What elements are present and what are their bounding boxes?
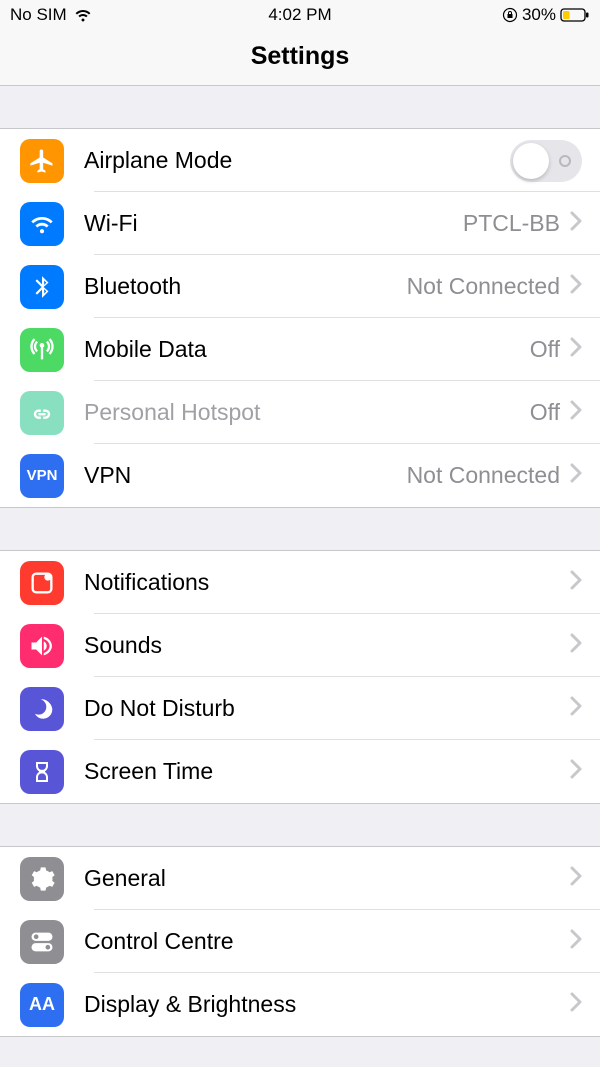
sounds-label: Sounds	[84, 632, 570, 659]
chevron-right-icon	[570, 696, 582, 721]
row-wifi[interactable]: Wi-Fi PTCL-BB	[0, 192, 600, 255]
battery-percent: 30%	[522, 5, 556, 25]
wifi-status-icon	[73, 8, 93, 22]
vpn-icon: VPN	[20, 454, 64, 498]
settings-group-alerts: Notifications Sounds Do Not Disturb Scre…	[0, 550, 600, 804]
sounds-icon	[20, 624, 64, 668]
chevron-right-icon	[570, 274, 582, 299]
row-do-not-disturb[interactable]: Do Not Disturb	[0, 677, 600, 740]
row-general[interactable]: General	[0, 847, 600, 910]
chevron-right-icon	[570, 463, 582, 488]
screentime-label: Screen Time	[84, 758, 570, 785]
status-right: 30%	[397, 5, 590, 25]
airplane-toggle[interactable]	[510, 140, 582, 182]
row-mobile-data[interactable]: Mobile Data Off	[0, 318, 600, 381]
bluetooth-value: Not Connected	[407, 273, 560, 300]
vpn-value: Not Connected	[407, 462, 560, 489]
settings-group-connectivity: Airplane Mode Wi-Fi PTCL-BB Bluetooth No…	[0, 128, 600, 508]
notifications-icon	[20, 561, 64, 605]
section-gap	[0, 86, 600, 128]
display-icon: AA	[20, 983, 64, 1027]
chevron-right-icon	[570, 211, 582, 236]
status-left: No SIM	[10, 5, 203, 25]
airplane-label: Airplane Mode	[84, 147, 510, 174]
controlcentre-label: Control Centre	[84, 928, 570, 955]
notifications-label: Notifications	[84, 569, 570, 596]
chevron-right-icon	[570, 570, 582, 595]
general-label: General	[84, 865, 570, 892]
bluetooth-icon	[20, 265, 64, 309]
airplane-icon	[20, 139, 64, 183]
orientation-lock-icon	[502, 7, 518, 23]
battery-icon	[560, 8, 590, 22]
carrier-label: No SIM	[10, 5, 67, 25]
page-title: Settings	[0, 42, 600, 71]
row-sounds[interactable]: Sounds	[0, 614, 600, 677]
vpn-icon-text: VPN	[27, 467, 58, 484]
row-personal-hotspot[interactable]: Personal Hotspot Off	[0, 381, 600, 444]
wifi-label: Wi-Fi	[84, 210, 463, 237]
mobiledata-label: Mobile Data	[84, 336, 530, 363]
mobiledata-value: Off	[530, 336, 560, 363]
toggles-icon	[20, 920, 64, 964]
chevron-right-icon	[570, 929, 582, 954]
row-screen-time[interactable]: Screen Time	[0, 740, 600, 803]
section-gap	[0, 508, 600, 550]
chevron-right-icon	[570, 633, 582, 658]
header: Settings	[0, 30, 600, 86]
hotspot-value: Off	[530, 399, 560, 426]
bluetooth-label: Bluetooth	[84, 273, 407, 300]
row-vpn[interactable]: VPN VPN Not Connected	[0, 444, 600, 507]
row-control-centre[interactable]: Control Centre	[0, 910, 600, 973]
chevron-right-icon	[570, 866, 582, 891]
chevron-right-icon	[570, 400, 582, 425]
gear-icon	[20, 857, 64, 901]
chevron-right-icon	[570, 759, 582, 784]
chevron-right-icon	[570, 337, 582, 362]
section-gap	[0, 804, 600, 846]
antenna-icon	[20, 328, 64, 372]
row-notifications[interactable]: Notifications	[0, 551, 600, 614]
row-airplane-mode[interactable]: Airplane Mode	[0, 129, 600, 192]
display-label: Display & Brightness	[84, 991, 570, 1018]
wifi-value: PTCL-BB	[463, 210, 560, 237]
status-time: 4:02 PM	[203, 5, 396, 25]
dnd-label: Do Not Disturb	[84, 695, 570, 722]
hourglass-icon	[20, 750, 64, 794]
settings-group-system: General Control Centre AA Display & Brig…	[0, 846, 600, 1037]
row-display-brightness[interactable]: AA Display & Brightness	[0, 973, 600, 1036]
vpn-label: VPN	[84, 462, 407, 489]
hotspot-label: Personal Hotspot	[84, 399, 530, 426]
chevron-right-icon	[570, 992, 582, 1017]
status-bar: No SIM 4:02 PM 30%	[0, 0, 600, 30]
hotspot-icon	[20, 391, 64, 435]
display-icon-text: AA	[29, 994, 55, 1015]
row-bluetooth[interactable]: Bluetooth Not Connected	[0, 255, 600, 318]
wifi-icon	[20, 202, 64, 246]
moon-icon	[20, 687, 64, 731]
